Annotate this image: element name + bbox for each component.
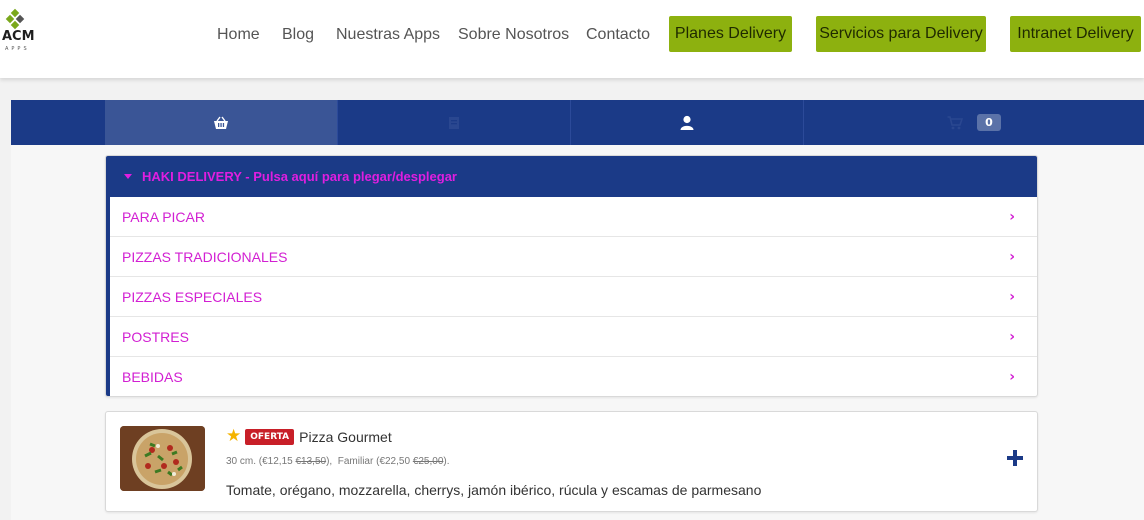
- cart-icon: [947, 115, 964, 129]
- nav-nuestras-apps[interactable]: Nuestras Apps: [336, 26, 440, 44]
- chevron-right-icon: ›: [1009, 369, 1015, 385]
- product-card: ★ OFERTA Pizza Gourmet 30 cm. (€12,15 €1…: [105, 411, 1038, 512]
- category-item[interactable]: PIZZAS ESPECIALES ›: [110, 277, 1037, 317]
- add-to-cart-button[interactable]: [1005, 448, 1025, 468]
- product-description: Tomate, orégano, mozzarella, cherrys, ja…: [226, 482, 762, 498]
- user-icon: [680, 115, 694, 130]
- basket-icon: [214, 116, 228, 129]
- panel-toggle-header[interactable]: HAKI DELIVERY - Pulsa aquí para plegar/d…: [106, 156, 1037, 197]
- star-icon: ★: [226, 426, 242, 446]
- size2-label: Familiar: [337, 456, 374, 467]
- plus-icon: [1007, 450, 1023, 466]
- category-label: BEBIDAS: [122, 369, 183, 385]
- offer-badge: OFERTA: [245, 428, 295, 445]
- acm-logo[interactable]: ACM APPS: [2, 8, 42, 52]
- nav-home[interactable]: Home: [217, 26, 260, 44]
- cart-count-badge: 0: [977, 114, 1001, 131]
- category-panel: HAKI DELIVERY - Pulsa aquí para plegar/d…: [105, 155, 1038, 397]
- category-item[interactable]: POSTRES ›: [110, 317, 1037, 357]
- size1-price: €12,15: [262, 456, 293, 467]
- receipt-icon: [449, 116, 459, 129]
- category-list: PARA PICAR › PIZZAS TRADICIONALES › PIZZ…: [106, 197, 1037, 396]
- category-item[interactable]: PARA PICAR ›: [110, 197, 1037, 237]
- product-name: Pizza Gourmet: [299, 428, 392, 445]
- chevron-right-icon: ›: [1009, 248, 1015, 265]
- tab-spacer-left: [11, 100, 105, 145]
- category-item[interactable]: PIZZAS TRADICIONALES ›: [110, 237, 1037, 277]
- category-label: PARA PICAR: [122, 208, 205, 225]
- nav-sobre-nosotros[interactable]: Sobre Nosotros: [458, 26, 569, 44]
- size2-old-price: €25,00: [412, 456, 444, 467]
- category-item[interactable]: BEBIDAS ›: [110, 357, 1037, 396]
- tab-cart[interactable]: 0: [804, 100, 1144, 145]
- tab-menu[interactable]: [105, 100, 338, 145]
- product-header: ★ OFERTA Pizza Gourmet: [226, 428, 392, 445]
- size2-price: €22,50: [379, 456, 411, 467]
- chevron-right-icon: ›: [1009, 328, 1015, 345]
- category-label: PIZZAS TRADICIONALES: [122, 248, 288, 265]
- pizza-image[interactable]: [120, 426, 205, 491]
- chevron-right-icon: ›: [1009, 208, 1015, 225]
- category-label: POSTRES: [122, 328, 189, 345]
- intranet-delivery-button[interactable]: Intranet Delivery: [1010, 16, 1141, 52]
- logo-text: ACM: [2, 29, 35, 44]
- size1-label: 30 cm.: [226, 456, 257, 467]
- site-header: ACM APPS Home Blog Nuestras Apps Sobre N…: [0, 0, 1144, 78]
- category-label: PIZZAS ESPECIALES: [122, 288, 263, 305]
- nav-contacto[interactable]: Contacto: [586, 26, 650, 44]
- tab-account[interactable]: [571, 100, 804, 145]
- tab-orders[interactable]: [338, 100, 571, 145]
- servicios-delivery-button[interactable]: Servicios para Delivery: [816, 16, 986, 52]
- planes-delivery-button[interactable]: Planes Delivery: [669, 16, 792, 52]
- panel-title: HAKI DELIVERY - Pulsa aquí para plegar/d…: [142, 169, 457, 184]
- size1-old-price: €13,50: [295, 456, 327, 467]
- caret-down-icon: [124, 174, 132, 179]
- tab-bar: 0: [11, 100, 1144, 145]
- nav-blog[interactable]: Blog: [282, 26, 314, 44]
- chevron-right-icon: ›: [1009, 288, 1015, 305]
- logo-subtext: APPS: [5, 46, 30, 52]
- product-prices: 30 cm. (€12,15 €13,50), Familiar (€22,50…: [226, 456, 450, 467]
